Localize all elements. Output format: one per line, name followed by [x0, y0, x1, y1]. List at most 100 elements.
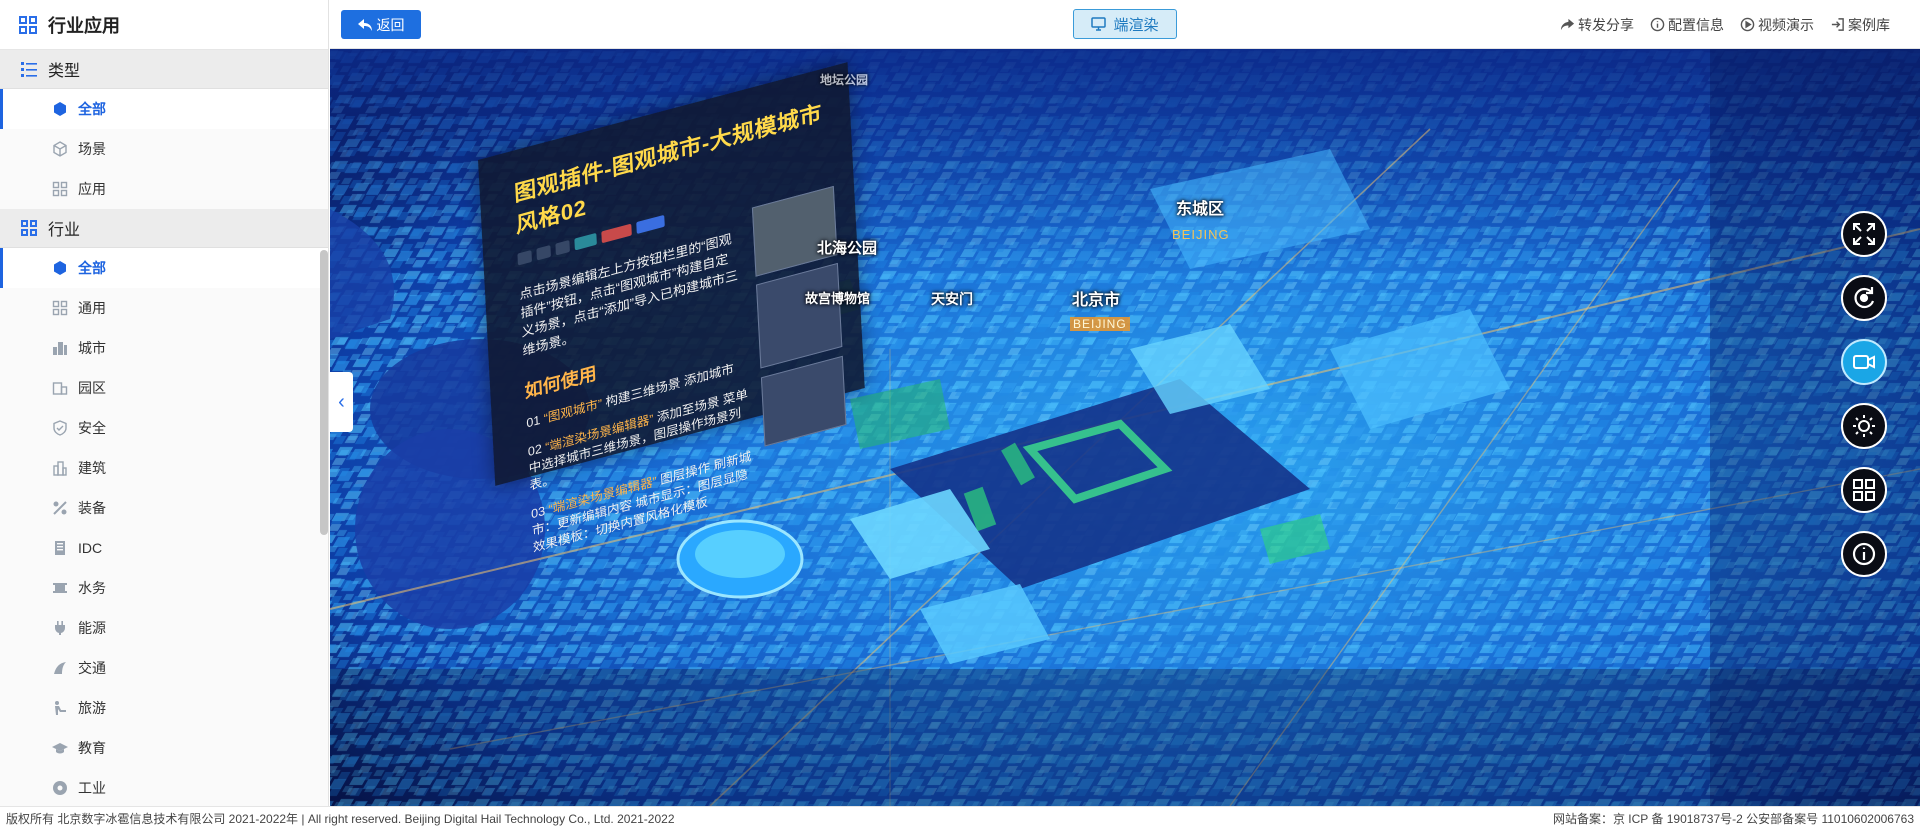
sidebar-item-travel[interactable]: 旅游	[0, 688, 328, 728]
sidebar-item-label: 建筑	[78, 460, 106, 476]
rotate-button[interactable]	[1841, 275, 1887, 321]
share-link[interactable]: 转发分享	[1560, 15, 1634, 35]
fullscreen-button[interactable]	[1841, 211, 1887, 257]
step-number: 03	[530, 503, 546, 522]
sidebar-item-label: 水务	[78, 580, 106, 596]
server-icon	[55, 541, 65, 555]
sidebar-item-equipment[interactable]: 装备	[0, 488, 328, 528]
toolbar-chip	[601, 223, 632, 244]
chevron-left-icon: ‹	[338, 390, 345, 413]
section-industry-label: 行业	[48, 222, 81, 239]
toolbar-chip	[536, 244, 551, 261]
sidebar-item-label: 装备	[78, 500, 106, 516]
sidebar-item-label: 能源	[78, 620, 106, 636]
label-beihai-park: 北海公园	[817, 240, 878, 257]
transport-icon	[54, 662, 66, 674]
sidebar: 行业应用 类型 全部 场景 应用 行业 全部 通用 城市 园区 安全 建筑 装备…	[0, 0, 329, 806]
sidebar-item-city[interactable]: 城市	[0, 328, 328, 368]
back-arrow-icon	[357, 18, 372, 31]
weather-icon	[1853, 415, 1875, 437]
config-info-label: 配置信息	[1668, 16, 1724, 33]
monitor-icon	[1091, 17, 1107, 31]
travel-icon	[55, 701, 66, 715]
label-tiananmen: 天安门	[931, 291, 973, 307]
render-button[interactable]: 端渲染	[1073, 9, 1177, 39]
config-info-link[interactable]: 配置信息	[1650, 15, 1724, 35]
sidebar-item-label: 交通	[78, 660, 106, 676]
back-button[interactable]: 返回	[341, 10, 421, 39]
sidebar-item-label: 工业	[78, 780, 106, 796]
video-demo-link[interactable]: 视频演示	[1740, 15, 1814, 35]
industry-icon	[53, 781, 67, 795]
sidebar-item-industry-all[interactable]: 全部	[0, 248, 328, 288]
grid-icon	[21, 220, 37, 236]
sidebar-item-industry[interactable]: 工业	[0, 768, 328, 806]
map-info-button[interactable]	[1841, 531, 1887, 577]
video-camera-icon	[1853, 355, 1875, 369]
login-icon	[1831, 18, 1844, 31]
park-icon	[52, 382, 68, 395]
sidebar-item-park[interactable]: 园区	[0, 368, 328, 408]
label-ditan-park: 地坛公园	[820, 73, 869, 87]
footer-copyright: 版权所有 北京数字冰雹信息技术有限公司 2021-2022年 | All rig…	[6, 811, 675, 826]
top-links: 转发分享 配置信息 视频演示 案例库	[1560, 0, 1890, 49]
sidebar-title: 行业应用	[0, 0, 328, 50]
sidebar-item-scene[interactable]: 场景	[0, 129, 328, 169]
plug-icon	[54, 621, 66, 635]
case-library-link[interactable]: 案例库	[1830, 15, 1890, 35]
city-icon	[53, 342, 67, 355]
sidebar-item-type-all[interactable]: 全部	[0, 89, 328, 129]
label-palace-museum: 故宫博物馆	[805, 291, 871, 306]
step-tail: 添加城市	[683, 361, 735, 389]
sidebar-item-label: 城市	[78, 340, 106, 356]
step-highlight: “图观城市”	[543, 396, 603, 426]
sidebar-item-label: 全部	[78, 101, 106, 117]
sidebar-item-idc[interactable]: IDC	[0, 528, 328, 568]
topbar: 返回 端渲染 转发分享 配置信息 视频演示 案例库	[330, 0, 1920, 49]
label-dongcheng-sub: BEIJING	[1172, 227, 1230, 242]
panel-thumbnail	[755, 262, 843, 369]
sidebar-item-label: 园区	[78, 380, 106, 396]
list-icon	[21, 62, 37, 77]
sidebar-item-label: 场景	[78, 141, 106, 157]
sidebar-scrollbar[interactable]	[320, 250, 328, 535]
shield-icon	[53, 420, 67, 436]
sidebar-item-water[interactable]: 水务	[0, 568, 328, 608]
share-icon	[1560, 18, 1575, 31]
sidebar-item-building[interactable]: 建筑	[0, 448, 328, 488]
footer: 版权所有 北京数字冰雹信息技术有限公司 2021-2022年 | All rig…	[0, 806, 1920, 829]
section-type-label: 类型	[48, 63, 81, 80]
toolbar-chip	[555, 239, 570, 256]
sidebar-item-education[interactable]: 教育	[0, 728, 328, 768]
fullscreen-icon	[1853, 223, 1875, 245]
share-link-label: 转发分享	[1578, 16, 1634, 33]
label-dongcheng: 东城区	[1176, 201, 1225, 218]
sidebar-item-general[interactable]: 通用	[0, 288, 328, 328]
video-demo-label: 视频演示	[1758, 16, 1814, 33]
rotate-icon	[1854, 287, 1875, 309]
sidebar-item-transport[interactable]: 交通	[0, 648, 328, 688]
cube-outline-icon	[53, 141, 67, 157]
footer-icp: 网站备案：京 ICP 备 19018737号-2 公安部备案号 11010602…	[1552, 811, 1914, 826]
graduation-cap-icon	[52, 743, 68, 754]
toolbar-chip	[574, 232, 597, 251]
sidebar-item-energy[interactable]: 能源	[0, 608, 328, 648]
apps-icon	[52, 181, 68, 197]
step-text: 构建三维场景	[605, 375, 681, 410]
sidebar-collapse-button[interactable]: ‹	[330, 372, 353, 432]
step-number: 02	[527, 441, 543, 460]
layers-grid-button[interactable]	[1841, 467, 1887, 513]
video-camera-button[interactable]	[1841, 339, 1887, 385]
info-icon	[1852, 542, 1876, 566]
section-type[interactable]: 类型	[0, 50, 328, 89]
cube-icon	[54, 261, 66, 275]
sidebar-item-label: IDC	[78, 540, 103, 556]
weather-button[interactable]	[1841, 403, 1887, 449]
toolbar-chip	[517, 249, 533, 266]
sidebar-item-label: 全部	[78, 260, 106, 276]
sidebar-item-label: 教育	[78, 740, 106, 756]
sidebar-item-label: 安全	[78, 420, 106, 436]
sidebar-item-app[interactable]: 应用	[0, 169, 328, 209]
sidebar-item-security[interactable]: 安全	[0, 408, 328, 448]
section-industry[interactable]: 行业	[0, 209, 328, 248]
